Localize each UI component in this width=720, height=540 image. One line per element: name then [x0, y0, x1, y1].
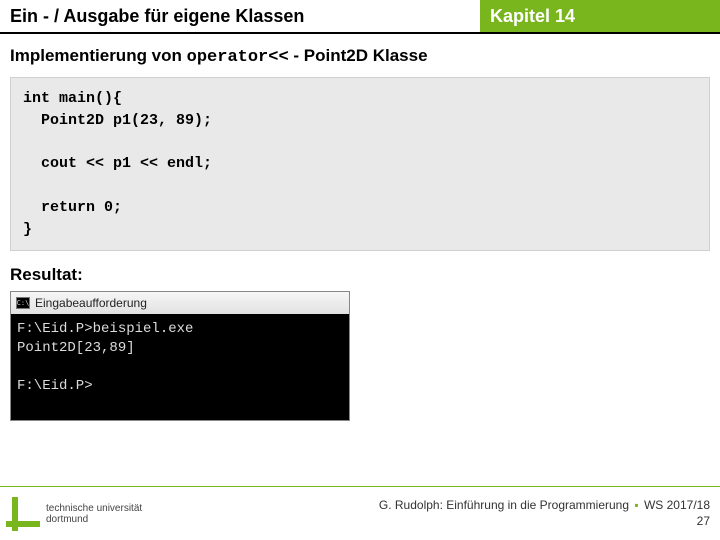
- uni-line2: dortmund: [46, 514, 142, 525]
- subtitle-operator: operator<<: [187, 48, 289, 67]
- subtitle-prefix: Implementierung von: [10, 46, 187, 65]
- footer-left: technische universität dortmund: [6, 497, 142, 531]
- tu-logo: technische universität dortmund: [6, 497, 142, 531]
- code-block: int main(){ Point2D p1(23, 89); cout << …: [10, 77, 710, 251]
- header-title-left: Ein - / Ausgabe für eigene Klassen: [0, 0, 480, 32]
- tu-logo-text: technische universität dortmund: [46, 503, 142, 525]
- header-title-right: Kapitel 14: [480, 0, 720, 32]
- credit-prefix: G. Rudolph: Einführung in die Programmie…: [379, 498, 632, 512]
- console-body: F:\Eid.P>beispiel.exe Point2D[23,89] F:\…: [11, 314, 349, 420]
- slide-content: Implementierung von operator<< - Point2D…: [0, 34, 720, 421]
- console-title-text: Eingabeaufforderung: [35, 296, 147, 310]
- subtitle: Implementierung von operator<< - Point2D…: [10, 46, 710, 67]
- credit-suffix: WS 2017/18: [641, 498, 710, 512]
- result-label: Resultat:: [10, 265, 710, 285]
- tu-logo-mark: [6, 497, 40, 531]
- cmd-icon: C:\: [16, 297, 30, 309]
- uni-line1: technische universität: [46, 503, 142, 514]
- slide-footer: technische universität dortmund G. Rudol…: [0, 486, 720, 540]
- console-titlebar: C:\ Eingabeaufforderung: [11, 292, 349, 314]
- subtitle-suffix: - Point2D Klasse: [289, 46, 428, 65]
- slide-header: Ein - / Ausgabe für eigene Klassen Kapit…: [0, 0, 720, 34]
- page-number: 27: [379, 514, 710, 530]
- footer-right: G. Rudolph: Einführung in die Programmie…: [379, 498, 710, 529]
- separator-dot: ▪: [632, 498, 640, 512]
- console-window: C:\ Eingabeaufforderung F:\Eid.P>beispie…: [10, 291, 350, 421]
